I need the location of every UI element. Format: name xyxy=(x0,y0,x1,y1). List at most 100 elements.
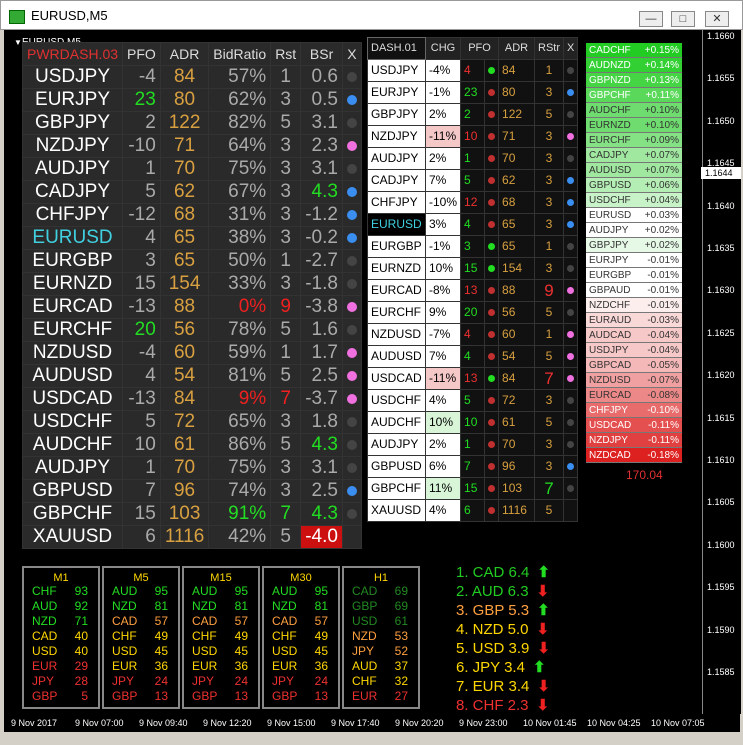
status-cell[interactable] xyxy=(563,301,579,324)
dashboard-row[interactable]: AUDJPY 1 70 75% 3 3.1 xyxy=(21,456,362,480)
dashboard-row[interactable]: CHFJPY -12 68 31% 3 -1.2 xyxy=(21,203,362,227)
status-cell[interactable] xyxy=(563,81,579,104)
dashboard-row[interactable]: GBPCHF 11% 15 103 7 xyxy=(367,477,579,500)
dashboard-row[interactable]: GBPCHF 15 103 91% 7 4.3 xyxy=(21,502,362,526)
dashboard-row[interactable]: EURJPY 23 80 62% 3 0.5 xyxy=(21,88,362,112)
chart-menu-arrow-icon[interactable]: ▼ xyxy=(14,38,22,47)
status-cell[interactable] xyxy=(341,134,362,158)
status-cell[interactable] xyxy=(563,169,579,192)
col-header-adr[interactable]: ADR xyxy=(498,37,536,60)
status-cell[interactable] xyxy=(341,410,362,434)
col-header-chg[interactable]: CHG xyxy=(424,37,462,60)
dashboard-row[interactable]: EURNZD 15 154 33% 3 -1.8 xyxy=(21,272,362,296)
status-cell[interactable] xyxy=(563,103,579,126)
col-header-pfo[interactable]: PFO xyxy=(122,42,161,66)
dashboard-row[interactable]: CHFJPY -10% 12 68 3 xyxy=(367,191,579,214)
status-cell[interactable] xyxy=(341,157,362,181)
dashboard-row[interactable]: NZDJPY -10 71 64% 3 2.3 xyxy=(21,134,362,158)
dashboard-row[interactable]: AUDUSD 4 54 81% 5 2.5 xyxy=(21,364,362,388)
status-cell[interactable] xyxy=(341,226,362,250)
price-axis[interactable]: 1.1660 1.1655 1.1650 1.1645 1.1640 1.1635 1.16… xyxy=(701,30,741,714)
status-cell[interactable] xyxy=(341,502,362,526)
status-cell[interactable] xyxy=(563,235,579,258)
dashboard-row[interactable]: USDCHF 4% 5 72 3 xyxy=(367,389,579,412)
status-cell[interactable] xyxy=(563,125,579,148)
dashboard-row[interactable]: AUDCHF 10% 10 61 5 xyxy=(367,411,579,434)
status-cell[interactable] xyxy=(341,364,362,388)
dashboard-row[interactable]: AUDCHF 10 61 86% 5 4.3 xyxy=(21,433,362,457)
col-header-bidratio[interactable]: BidRatio xyxy=(208,42,272,66)
dashboard-row[interactable]: GBPJPY 2 122 82% 5 3.1 xyxy=(21,111,362,135)
status-cell[interactable] xyxy=(341,272,362,296)
status-cell[interactable] xyxy=(563,191,579,214)
dashboard-row[interactable]: EURJPY -1% 23 80 3 xyxy=(367,81,579,104)
dashboard-row[interactable]: USDJPY -4 84 57% 1 0.6 xyxy=(21,65,362,89)
dashboard-close-x[interactable]: X xyxy=(563,37,579,60)
status-cell[interactable] xyxy=(563,477,579,500)
dashboard-row[interactable]: USDJPY -4% 4 84 1 xyxy=(367,59,579,82)
status-cell[interactable] xyxy=(341,341,362,365)
status-cell[interactable] xyxy=(341,456,362,480)
col-header-rstr[interactable]: RStr xyxy=(534,37,565,60)
status-cell[interactable] xyxy=(563,389,579,412)
status-cell[interactable] xyxy=(563,367,579,390)
status-cell[interactable] xyxy=(341,295,362,319)
dashboard-row[interactable]: USDCAD -13 84 9% 7 -3.7 xyxy=(21,387,362,411)
status-cell[interactable] xyxy=(563,147,579,170)
dashboard-row[interactable]: NZDJPY -11% 10 71 3 xyxy=(367,125,579,148)
status-cell[interactable] xyxy=(341,180,362,204)
dashboard-row[interactable]: EURCHF 20 56 78% 5 1.6 xyxy=(21,318,362,342)
status-cell[interactable] xyxy=(563,455,579,478)
dashboard-row[interactable]: NZDUSD -7% 4 60 1 xyxy=(367,323,579,346)
status-cell[interactable] xyxy=(563,213,579,236)
status-cell[interactable] xyxy=(563,433,579,456)
status-cell[interactable] xyxy=(563,411,579,434)
dashboard-row[interactable]: GBPUSD 6% 7 96 3 xyxy=(367,455,579,478)
dashboard-row[interactable]: GBPUSD 7 96 74% 3 2.5 xyxy=(21,479,362,503)
col-header-bsr[interactable]: BSr xyxy=(300,42,343,66)
dashboard-row[interactable]: EURUSD 3% 4 65 3 xyxy=(367,213,579,236)
dashboard-row[interactable]: EURGBP -1% 3 65 1 xyxy=(367,235,579,258)
status-cell[interactable] xyxy=(563,323,579,346)
status-cell[interactable] xyxy=(341,111,362,135)
col-header-adr[interactable]: ADR xyxy=(159,42,210,66)
dashboard-row[interactable]: EURCHF 9% 20 56 5 xyxy=(367,301,579,324)
status-cell[interactable] xyxy=(341,318,362,342)
minimize-button[interactable]: — xyxy=(639,11,663,27)
dashboard-row[interactable]: AUDJPY 2% 1 70 3 xyxy=(367,433,579,456)
dashboard-row[interactable]: EURGBP 3 65 50% 1 -2.7 xyxy=(21,249,362,273)
status-cell[interactable] xyxy=(341,65,362,89)
dashboard-row[interactable]: EURCAD -13 88 0% 9 -3.8 xyxy=(21,295,362,319)
dashboard-row[interactable]: XAUUSD 4% 6 1116 5 xyxy=(367,499,579,522)
status-cell[interactable] xyxy=(341,525,362,549)
dashboard-row[interactable]: XAUUSD 6 1116 42% 5 -4.0 xyxy=(21,525,362,549)
dashboard-row[interactable]: EURUSD 4 65 38% 3 -0.2 xyxy=(21,226,362,250)
dashboard-close-x[interactable]: X xyxy=(341,42,362,66)
status-cell[interactable] xyxy=(563,345,579,368)
status-cell[interactable] xyxy=(563,59,579,82)
dashboard-row[interactable]: AUDJPY 2% 1 70 3 xyxy=(367,147,579,170)
status-cell[interactable] xyxy=(563,257,579,280)
col-header-pfo[interactable]: PFO xyxy=(460,37,500,60)
dashboard-row[interactable]: GBPJPY 2% 2 122 5 xyxy=(367,103,579,126)
status-cell[interactable] xyxy=(563,279,579,302)
dashboard-row[interactable]: EURNZD 10% 15 154 3 xyxy=(367,257,579,280)
dashboard-row[interactable]: USDCHF 5 72 65% 3 1.8 xyxy=(21,410,362,434)
close-button[interactable]: ✕ xyxy=(705,11,729,27)
status-cell[interactable] xyxy=(563,499,579,522)
dashboard-row[interactable]: EURCAD -8% 13 88 9 xyxy=(367,279,579,302)
status-cell[interactable] xyxy=(341,88,362,112)
dashboard-row[interactable]: NZDUSD -4 60 59% 1 1.7 xyxy=(21,341,362,365)
status-cell[interactable] xyxy=(341,203,362,227)
dashboard-row[interactable]: CADJPY 7% 5 62 3 xyxy=(367,169,579,192)
maximize-button[interactable]: □ xyxy=(671,11,695,27)
dashboard-row[interactable]: USDCAD -11% 13 84 7 xyxy=(367,367,579,390)
col-header-rst[interactable]: Rst xyxy=(270,42,302,66)
dashboard-row[interactable]: AUDJPY 1 70 75% 3 3.1 xyxy=(21,157,362,181)
dashboard-row[interactable]: AUDUSD 7% 4 54 5 xyxy=(367,345,579,368)
dashboard-row[interactable]: CADJPY 5 62 67% 3 4.3 xyxy=(21,180,362,204)
status-cell[interactable] xyxy=(341,249,362,273)
status-cell[interactable] xyxy=(341,387,362,411)
status-cell[interactable] xyxy=(341,479,362,503)
status-cell[interactable] xyxy=(341,433,362,457)
